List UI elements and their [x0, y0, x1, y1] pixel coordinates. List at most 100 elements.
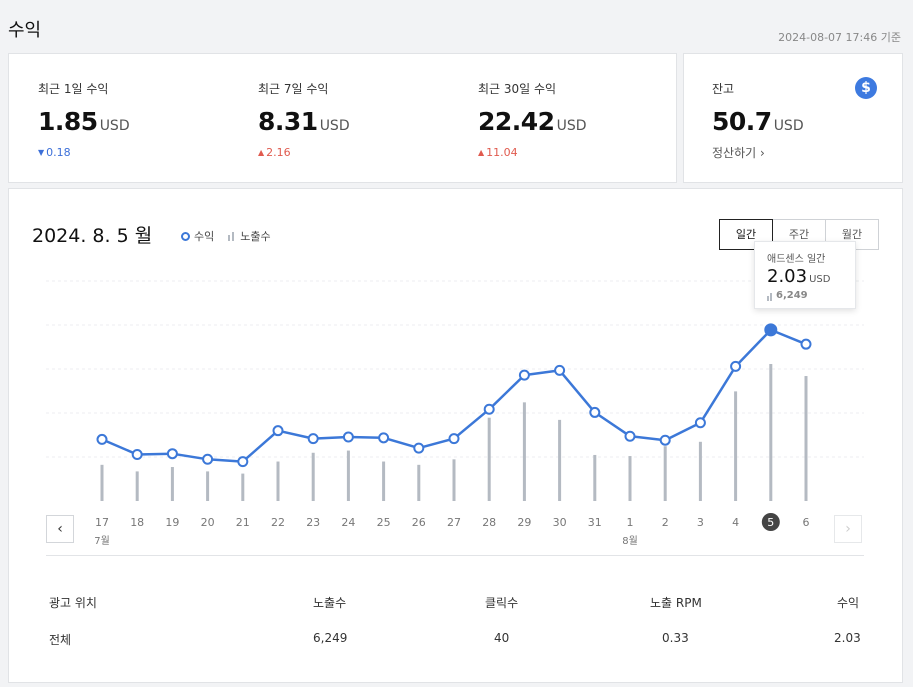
stat-value: 1.85 USD [38, 107, 130, 136]
revenue-point [624, 430, 636, 442]
impressions-icon [767, 293, 773, 301]
revenue-point [694, 417, 706, 429]
revenue-point [166, 448, 178, 460]
x-tick-label: 5 [767, 516, 774, 529]
stat-number: 22.42 [478, 107, 555, 136]
impression-bar [382, 461, 386, 501]
chevron-right-icon: › [845, 521, 851, 537]
col-header-impressions: 노출수 [313, 596, 347, 610]
revenue-summary-card: 최근 1일 수익 1.85 USD ▼ 0.18 최근 7일 수익 8.31 USD … [8, 53, 677, 183]
table-cell-rpm: 0.33 [662, 631, 689, 645]
stat-change-value: 11.04 [486, 146, 518, 159]
x-tick-label: 31 [588, 516, 602, 529]
impression-bar [804, 376, 808, 501]
impression-bar [276, 461, 280, 501]
revenue-point [96, 433, 108, 445]
stat-value: 22.42 USD [478, 107, 587, 136]
balance-label: 잔고 [712, 82, 735, 96]
revenue-point [800, 338, 812, 350]
revenue-chart-card: 2024. 8. 5 월 수익 노출수 일간 주간 월간 17 18 19 20 21 2… [8, 188, 903, 683]
table-cell-impressions: 6,249 [313, 631, 348, 645]
impression-bar [311, 452, 315, 501]
balance-card: 잔고 50.7 USD $ 정산하기 › [683, 53, 903, 183]
x-tick-label: 6 [803, 516, 810, 529]
impression-bar [628, 456, 632, 501]
impression-bar [522, 402, 526, 501]
stat-change-value: 0.18 [46, 146, 71, 159]
stat-change: ▲ 11.04 [478, 146, 518, 159]
revenue-point [483, 403, 495, 415]
impression-bar [241, 473, 245, 501]
impression-bar [100, 464, 104, 501]
x-tick-label: 2 [662, 516, 669, 529]
tooltip-unit: USD [809, 274, 831, 285]
revenue-point [378, 432, 390, 444]
x-tick-label: 4 [732, 516, 739, 529]
impression-bar [698, 441, 702, 501]
x-tick-label: 3 [697, 516, 704, 529]
revenue-point [730, 360, 742, 372]
impression-bar [734, 391, 738, 501]
balance-value: 50.7 USD [712, 107, 804, 136]
x-tick-label: 30 [553, 516, 567, 529]
x-tick-label: 20 [201, 516, 215, 529]
table-cell-clicks: 40 [494, 631, 510, 645]
x-tick-label: 29 [517, 516, 531, 529]
col-header-clicks: 클릭수 [485, 596, 519, 610]
revenue-point [272, 425, 284, 437]
stat-label: 최근 30일 수익 [478, 82, 557, 96]
updated-timestamp: 2024-08-07 17:46 기준 [778, 31, 901, 44]
tooltip-number: 2.03 [767, 266, 808, 287]
stat-label: 최근 7일 수익 [258, 82, 329, 96]
x-tick-label: 25 [377, 516, 391, 529]
x-tick-label: 21 [236, 516, 250, 529]
dollar-icon: $ [855, 77, 877, 99]
stat-unit: USD [319, 118, 350, 134]
revenue-point [307, 433, 319, 445]
revenue-point [764, 323, 778, 337]
impression-bar [663, 446, 667, 501]
x-tick-label: 26 [412, 516, 426, 529]
impression-bar [487, 417, 491, 501]
revenue-point [554, 364, 566, 376]
x-tick-label: 19 [165, 516, 179, 529]
balance-unit: USD [773, 118, 804, 134]
x-tick-label: 22 [271, 516, 285, 529]
up-triangle-icon: ▲ [258, 148, 265, 157]
tooltip-impressions-value: 6,249 [776, 290, 808, 301]
settle-link[interactable]: 정산하기 › [712, 144, 765, 161]
impression-bar [170, 467, 174, 501]
tooltip-label: 애드센스 일간 [767, 254, 826, 265]
revenue-point [413, 442, 425, 454]
stat-unit: USD [556, 118, 587, 134]
divider [46, 555, 864, 556]
prev-button[interactable]: ‹ [46, 515, 74, 543]
impression-bar [135, 471, 139, 501]
revenue-point [202, 453, 214, 465]
stat-label: 최근 1일 수익 [38, 82, 109, 96]
impression-bar [206, 471, 210, 501]
impression-bar [452, 459, 456, 501]
chevron-right-icon: › [760, 146, 765, 160]
impression-bar [346, 450, 350, 501]
x-tick-label: 27 [447, 516, 461, 529]
stat-number: 1.85 [38, 107, 98, 136]
stat-change: ▼ 0.18 [38, 146, 71, 159]
up-triangle-icon: ▲ [478, 148, 485, 157]
col-header-ad-position: 광고 위치 [49, 596, 97, 610]
chart-tooltip: 애드센스 일간 2.03 USD 6,249 [754, 241, 856, 309]
revenue-point [131, 448, 143, 460]
x-tick-label: 17 [95, 516, 109, 529]
next-button[interactable]: › [834, 515, 862, 543]
col-header-revenue: 수익 [837, 596, 860, 610]
month-label: 7월 [94, 535, 110, 547]
x-tick-label: 1 [627, 516, 634, 529]
impression-bar [558, 419, 562, 501]
impression-bar [593, 454, 597, 501]
revenue-point [448, 433, 460, 445]
x-tick-label: 24 [341, 516, 355, 529]
revenue-point [518, 369, 530, 381]
balance-number: 50.7 [712, 107, 772, 136]
tooltip-impressions: 6,249 [767, 290, 808, 301]
page-title: 수익 [8, 20, 42, 41]
